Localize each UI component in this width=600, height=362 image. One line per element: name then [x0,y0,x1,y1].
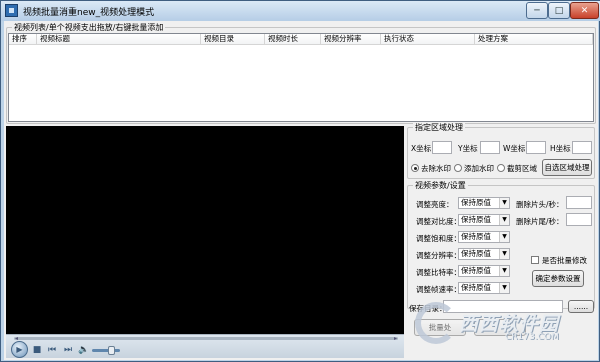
resolution-select[interactable]: 保持原值 ▼ [458,248,510,260]
y-coordinate-label: Y坐标 [458,144,478,153]
maximize-button[interactable]: □ [548,2,570,19]
framerate-label: 调整帧速率： [416,285,461,294]
previous-button[interactable]: ⏮ [46,343,58,357]
batch-modify-label[interactable]: 是否批量修改 [542,255,587,266]
column-header-directory[interactable]: 视频目录 [201,34,265,44]
saturation-value: 保持原值 [461,232,491,241]
chevron-down-icon: ▼ [499,215,509,225]
contrast-select[interactable]: 保持原值 ▼ [458,214,510,226]
watermark-logo-icon [415,302,457,344]
bitrate-select[interactable]: 保持原值 ▼ [458,265,510,277]
video-params-group: 视频参数/设置 调整亮度： 保持原值 ▼ 调整对比度： 保持原值 ▼ 调整饱和度： … [407,180,595,309]
remove-watermark-label[interactable]: 去除水印 [421,163,451,174]
column-header-order[interactable]: 排序 [9,34,37,44]
seek-bar[interactable]: ◂ ▸ [14,335,398,342]
batch-modify-checkbox[interactable] [531,256,539,264]
saturation-label: 调整饱和度： [416,234,461,243]
remove-watermark-radio[interactable] [411,164,419,172]
seek-right-icon: ▸ [393,335,397,342]
volume-slider-handle[interactable] [108,346,115,355]
column-header-scheme[interactable]: 处理方案 [475,34,593,44]
h-coordinate-input[interactable] [572,141,592,154]
chevron-down-icon: ▼ [499,198,509,208]
title-bar[interactable]: 视频批量消重new_视频处理模式 ─ □ ✕ [1,1,600,21]
region-group: 指定区域处理 X坐标 Y坐标 W坐标 H坐标 去除水印 添加水印 截剪区域 自选… [407,122,595,179]
w-coordinate-label: W坐标 [503,144,526,153]
confirm-params-button[interactable]: 确定参数设置 [532,270,584,287]
framerate-select[interactable]: 保持原值 ▼ [458,282,510,294]
brightness-label: 调整亮度： [416,200,454,209]
stop-button[interactable]: ■ [32,343,42,357]
volume-slider[interactable] [92,349,120,352]
mute-button[interactable]: 🔈 [78,343,90,357]
video-list-group-title: 视频列表/单个视频支出拖放/右键批量添加 [12,22,166,33]
contrast-label: 调整对比度： [416,217,461,226]
play-button[interactable]: ▶ [11,341,28,358]
video-list[interactable]: 排序 视频标题 视频目录 视频时长 视频分辨率 执行状态 处理方案 [8,33,594,122]
close-button[interactable]: ✕ [570,2,599,19]
next-button[interactable]: ⏭ [62,343,74,357]
site-watermark: 西西软件园 CR173.COM [403,299,599,361]
watermark-site: CR173.COM [505,332,559,342]
cut-tail-input[interactable] [566,213,592,226]
framerate-value: 保持原值 [461,283,491,292]
region-group-title: 指定区域处理 [413,122,465,133]
w-coordinate-input[interactable] [526,141,546,154]
column-header-resolution[interactable]: 视频分辨率 [321,34,381,44]
player-controls: ◂ ▸ ▶ ■ ⏮ ⏭ 🔈 [6,334,404,358]
column-header-duration[interactable]: 视频时长 [265,34,321,44]
app-window: 视频批量消重new_视频处理模式 ─ □ ✕ 视频列表/单个视频支出拖放/右键批… [0,0,600,362]
saturation-select[interactable]: 保持原值 ▼ [458,231,510,243]
chevron-down-icon: ▼ [499,266,509,276]
bitrate-label: 调整比特率： [416,268,461,277]
video-params-group-title: 视频参数/设置 [413,180,468,191]
crop-region-label[interactable]: 截剪区域 [507,163,537,174]
y-coordinate-input[interactable] [480,141,500,154]
video-list-group: 视频列表/单个视频支出拖放/右键批量添加 排序 视频标题 视频目录 视频时长 视… [6,22,596,124]
chevron-down-icon: ▼ [499,249,509,259]
resolution-label: 调整分辨率： [416,251,461,260]
cut-tail-label: 删除片尾/秒： [516,217,564,226]
chevron-down-icon: ▼ [499,232,509,242]
bitrate-value: 保持原值 [461,266,491,275]
custom-region-button[interactable]: 自选区域处理 [542,159,592,176]
resolution-value: 保持原值 [461,249,491,258]
chevron-down-icon: ▼ [499,283,509,293]
contrast-value: 保持原值 [461,215,491,224]
h-coordinate-label: H坐标 [550,144,571,153]
x-coordinate-label: X坐标 [411,144,432,153]
minimize-button[interactable]: ─ [526,2,548,19]
brightness-select[interactable]: 保持原值 ▼ [458,197,510,209]
video-preview[interactable] [6,126,404,334]
column-header-status[interactable]: 执行状态 [381,34,475,44]
app-icon [5,4,18,17]
add-watermark-radio[interactable] [454,164,462,172]
brightness-value: 保持原值 [461,198,491,207]
window-title: 视频批量消重new_视频处理模式 [23,8,155,18]
cut-head-label: 删除片头/秒： [516,200,564,209]
x-coordinate-input[interactable] [432,141,452,154]
column-header-title[interactable]: 视频标题 [37,34,201,44]
cut-head-input[interactable] [566,196,592,209]
list-header: 排序 视频标题 视频目录 视频时长 视频分辨率 执行状态 处理方案 [9,34,593,45]
add-watermark-label[interactable]: 添加水印 [464,163,494,174]
crop-region-radio[interactable] [497,164,505,172]
